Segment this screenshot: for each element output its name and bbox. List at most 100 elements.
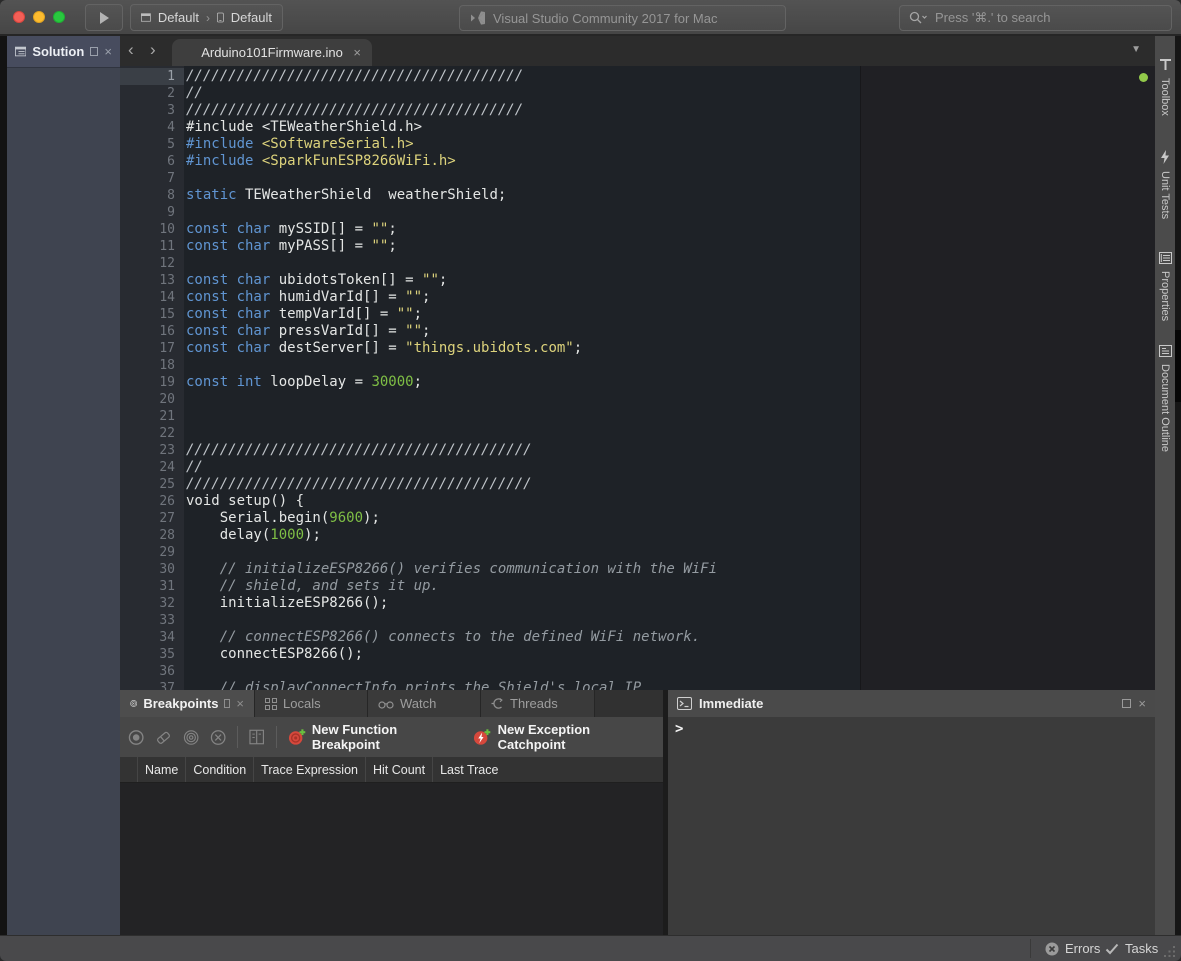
- breakpoints-list-body[interactable]: [120, 783, 663, 935]
- column-header[interactable]: Trace Expression: [254, 757, 366, 782]
- line-number[interactable]: 28: [120, 527, 184, 544]
- line-number[interactable]: 8: [120, 187, 184, 204]
- tab-threads[interactable]: Threads: [481, 690, 595, 717]
- tab-breakpoints[interactable]: Breakpoints ×: [120, 690, 255, 717]
- line-number[interactable]: 34: [120, 629, 184, 646]
- line-number[interactable]: 25: [120, 476, 184, 493]
- code-editor[interactable]: 1234567891011121314151617181920212223242…: [120, 66, 1155, 690]
- line-number[interactable]: 17: [120, 340, 184, 357]
- line-number[interactable]: 22: [120, 425, 184, 442]
- code-line: // initializeESP8266() verifies communic…: [186, 561, 856, 578]
- line-number-gutter[interactable]: 1234567891011121314151617181920212223242…: [120, 66, 184, 690]
- immediate-pad-header[interactable]: Immediate ×: [668, 690, 1155, 717]
- line-number[interactable]: 10: [120, 221, 184, 238]
- config-right-label: Default: [231, 10, 272, 25]
- pad-close-icon[interactable]: ×: [1138, 699, 1146, 708]
- line-number[interactable]: 13: [120, 272, 184, 289]
- new-function-breakpoint-button[interactable]: New Function Breakpoint: [288, 722, 463, 752]
- pad-dock-icon[interactable]: [224, 699, 230, 708]
- pad-close-icon[interactable]: ×: [236, 699, 244, 708]
- button-label: New Function Breakpoint: [312, 722, 462, 752]
- line-number[interactable]: 9: [120, 204, 184, 221]
- line-number[interactable]: 16: [120, 323, 184, 340]
- global-search-input[interactable]: Press '⌘.' to search: [899, 5, 1172, 31]
- disable-breakpoints-icon[interactable]: [183, 729, 199, 746]
- window-minimize-button[interactable]: [33, 11, 45, 23]
- resize-grip[interactable]: [1164, 946, 1177, 959]
- line-number[interactable]: 30: [120, 561, 184, 578]
- code-line: // connectESP8266() connects to the defi…: [186, 629, 856, 646]
- line-number[interactable]: 23: [120, 442, 184, 459]
- line-number[interactable]: 12: [120, 255, 184, 272]
- line-number[interactable]: 35: [120, 646, 184, 663]
- sidebar-tab-toolbox[interactable]: Toolbox: [1155, 58, 1175, 116]
- new-breakpoint-icon[interactable]: [128, 729, 144, 746]
- window-close-button[interactable]: [13, 11, 25, 23]
- navigate-forward-icon[interactable]: ›: [150, 40, 156, 60]
- line-number[interactable]: 18: [120, 357, 184, 374]
- solution-dock-icon[interactable]: [90, 47, 98, 56]
- code-line: #include <TEWeatherShield.h>: [186, 119, 856, 136]
- line-number[interactable]: 4: [120, 119, 184, 136]
- line-number[interactable]: 21: [120, 408, 184, 425]
- unit-tests-icon: [1159, 150, 1171, 164]
- code-line: static TEWeatherShield weatherShield;: [186, 187, 856, 204]
- sidebar-tab-unit-tests[interactable]: Unit Tests: [1155, 150, 1175, 219]
- line-number[interactable]: 5: [120, 136, 184, 153]
- line-number[interactable]: 33: [120, 612, 184, 629]
- line-number[interactable]: 27: [120, 510, 184, 527]
- column-header[interactable]: Last Trace: [433, 757, 505, 782]
- column-header[interactable]: Name: [138, 757, 186, 782]
- line-number[interactable]: 37: [120, 680, 184, 690]
- new-exception-catchpoint-icon: [473, 728, 491, 746]
- line-number[interactable]: 24: [120, 459, 184, 476]
- line-number[interactable]: 11: [120, 238, 184, 255]
- line-number[interactable]: 15: [120, 306, 184, 323]
- line-number[interactable]: 29: [120, 544, 184, 561]
- line-number[interactable]: 14: [120, 289, 184, 306]
- window-zoom-button[interactable]: [53, 11, 65, 23]
- document-tab-title: Arduino101Firmware.ino: [201, 45, 343, 60]
- pad-dock-icon[interactable]: [1122, 699, 1131, 708]
- tab-list-dropdown-icon[interactable]: ▼: [1131, 44, 1141, 55]
- sidebar-tab-document-outline[interactable]: Document Outline: [1155, 345, 1175, 452]
- errors-button[interactable]: Errors: [1045, 936, 1100, 961]
- tab-watch[interactable]: Watch: [368, 690, 481, 717]
- solution-panel-header[interactable]: Solution ×: [7, 36, 120, 68]
- line-number[interactable]: 32: [120, 595, 184, 612]
- breakpoints-pad: Breakpoints × Locals Watch Threads: [120, 690, 663, 935]
- line-number[interactable]: 7: [120, 170, 184, 187]
- line-number[interactable]: 36: [120, 663, 184, 680]
- line-number[interactable]: 2: [120, 85, 184, 102]
- solution-close-icon[interactable]: ×: [104, 47, 112, 56]
- code-lines[interactable]: ////////////////////////////////////////…: [186, 68, 856, 690]
- line-number[interactable]: 19: [120, 374, 184, 391]
- line-number[interactable]: 1: [120, 68, 184, 85]
- column-header[interactable]: Hit Count: [366, 757, 433, 782]
- line-number[interactable]: 20: [120, 391, 184, 408]
- breakpoints-toolbar: New Function Breakpoint New Exception Ca…: [120, 717, 663, 757]
- run-button[interactable]: [85, 4, 123, 31]
- run-configuration-selector[interactable]: Default › Default: [130, 4, 283, 31]
- line-number[interactable]: 31: [120, 578, 184, 595]
- tab-close-icon[interactable]: ×: [353, 45, 361, 60]
- scrollbar-thumb[interactable]: [1175, 330, 1181, 402]
- immediate-console-input[interactable]: >: [668, 717, 1155, 935]
- clear-breakpoints-icon[interactable]: [155, 729, 171, 746]
- column-header[interactable]: Condition: [186, 757, 254, 782]
- navigate-back-icon[interactable]: ‹: [128, 40, 134, 60]
- tab-locals[interactable]: Locals: [255, 690, 368, 717]
- line-number[interactable]: 26: [120, 493, 184, 510]
- code-line: [186, 170, 856, 187]
- code-line: const char destServer[] = "things.ubidot…: [186, 340, 856, 357]
- document-tab[interactable]: Arduino101Firmware.ino ×: [172, 39, 372, 66]
- code-line: //: [186, 459, 856, 476]
- columns-options-icon[interactable]: [249, 729, 264, 745]
- new-exception-catchpoint-button[interactable]: New Exception Catchpoint: [473, 722, 655, 752]
- remove-breakpoint-icon[interactable]: [210, 729, 226, 746]
- line-number[interactable]: 6: [120, 153, 184, 170]
- tasks-button[interactable]: Tasks: [1105, 936, 1158, 961]
- visual-studio-logo-icon: [470, 11, 486, 25]
- line-number[interactable]: 3: [120, 102, 184, 119]
- sidebar-tab-properties[interactable]: Properties: [1155, 252, 1175, 321]
